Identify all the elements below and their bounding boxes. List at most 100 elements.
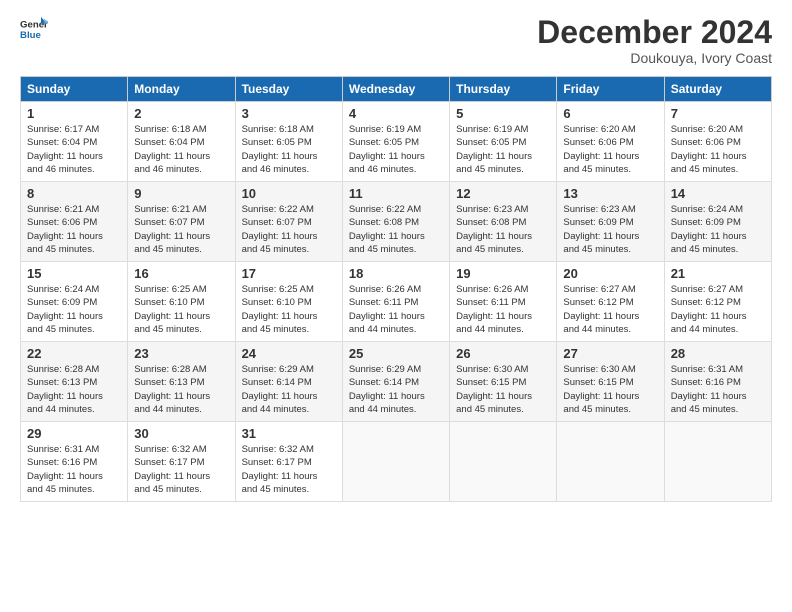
sunrise-label: Sunrise: 6:25 AM xyxy=(242,284,314,295)
day-number: 5 xyxy=(456,106,550,121)
daylight-label: Daylight: 11 hours and 45 minutes. xyxy=(671,391,747,415)
sunset-label: Sunset: 6:08 PM xyxy=(349,217,419,228)
day-number: 13 xyxy=(563,186,657,201)
sunrise-label: Sunrise: 6:31 AM xyxy=(27,444,99,455)
day-info: Sunrise: 6:30 AM Sunset: 6:15 PM Dayligh… xyxy=(563,363,657,416)
day-info: Sunrise: 6:30 AM Sunset: 6:15 PM Dayligh… xyxy=(456,363,550,416)
sunrise-label: Sunrise: 6:27 AM xyxy=(563,284,635,295)
day-number: 31 xyxy=(242,426,336,441)
sunrise-label: Sunrise: 6:32 AM xyxy=(242,444,314,455)
calendar-cell: 20 Sunrise: 6:27 AM Sunset: 6:12 PM Dayl… xyxy=(557,262,664,342)
daylight-label: Daylight: 11 hours and 45 minutes. xyxy=(242,231,318,255)
week-row-5: 29 Sunrise: 6:31 AM Sunset: 6:16 PM Dayl… xyxy=(21,422,772,502)
sunrise-label: Sunrise: 6:23 AM xyxy=(563,204,635,215)
daylight-label: Daylight: 11 hours and 46 minutes. xyxy=(349,151,425,175)
day-info: Sunrise: 6:29 AM Sunset: 6:14 PM Dayligh… xyxy=(349,363,443,416)
sunset-label: Sunset: 6:05 PM xyxy=(242,137,312,148)
day-number: 17 xyxy=(242,266,336,281)
calendar-cell: 5 Sunrise: 6:19 AM Sunset: 6:05 PM Dayli… xyxy=(450,102,557,182)
calendar-cell: 6 Sunrise: 6:20 AM Sunset: 6:06 PM Dayli… xyxy=(557,102,664,182)
daylight-label: Daylight: 11 hours and 45 minutes. xyxy=(27,231,103,255)
calendar-cell: 25 Sunrise: 6:29 AM Sunset: 6:14 PM Dayl… xyxy=(342,342,449,422)
sunrise-label: Sunrise: 6:32 AM xyxy=(134,444,206,455)
sunset-label: Sunset: 6:16 PM xyxy=(671,377,741,388)
daylight-label: Daylight: 11 hours and 45 minutes. xyxy=(134,471,210,495)
calendar-cell: 12 Sunrise: 6:23 AM Sunset: 6:08 PM Dayl… xyxy=(450,182,557,262)
sunset-label: Sunset: 6:10 PM xyxy=(134,297,204,308)
day-info: Sunrise: 6:23 AM Sunset: 6:09 PM Dayligh… xyxy=(563,203,657,256)
daylight-label: Daylight: 11 hours and 45 minutes. xyxy=(134,311,210,335)
daylight-label: Daylight: 11 hours and 44 minutes. xyxy=(242,391,318,415)
day-info: Sunrise: 6:27 AM Sunset: 6:12 PM Dayligh… xyxy=(563,283,657,336)
calendar-cell: 24 Sunrise: 6:29 AM Sunset: 6:14 PM Dayl… xyxy=(235,342,342,422)
day-number: 24 xyxy=(242,346,336,361)
sunrise-label: Sunrise: 6:26 AM xyxy=(456,284,528,295)
sunset-label: Sunset: 6:13 PM xyxy=(134,377,204,388)
calendar-cell: 11 Sunrise: 6:22 AM Sunset: 6:08 PM Dayl… xyxy=(342,182,449,262)
sunset-label: Sunset: 6:05 PM xyxy=(349,137,419,148)
title-section: December 2024 Doukouya, Ivory Coast xyxy=(537,15,772,66)
day-info: Sunrise: 6:31 AM Sunset: 6:16 PM Dayligh… xyxy=(27,443,121,496)
sunset-label: Sunset: 6:12 PM xyxy=(563,297,633,308)
sunset-label: Sunset: 6:15 PM xyxy=(456,377,526,388)
calendar-cell: 7 Sunrise: 6:20 AM Sunset: 6:06 PM Dayli… xyxy=(664,102,771,182)
calendar-cell: 21 Sunrise: 6:27 AM Sunset: 6:12 PM Dayl… xyxy=(664,262,771,342)
day-info: Sunrise: 6:24 AM Sunset: 6:09 PM Dayligh… xyxy=(671,203,765,256)
sunset-label: Sunset: 6:10 PM xyxy=(242,297,312,308)
day-number: 12 xyxy=(456,186,550,201)
day-info: Sunrise: 6:28 AM Sunset: 6:13 PM Dayligh… xyxy=(134,363,228,416)
sunset-label: Sunset: 6:07 PM xyxy=(134,217,204,228)
daylight-label: Daylight: 11 hours and 45 minutes. xyxy=(27,311,103,335)
day-number: 14 xyxy=(671,186,765,201)
daylight-label: Daylight: 11 hours and 44 minutes. xyxy=(134,391,210,415)
calendar-cell: 4 Sunrise: 6:19 AM Sunset: 6:05 PM Dayli… xyxy=(342,102,449,182)
sunrise-label: Sunrise: 6:31 AM xyxy=(671,364,743,375)
daylight-label: Daylight: 11 hours and 45 minutes. xyxy=(671,231,747,255)
week-row-4: 22 Sunrise: 6:28 AM Sunset: 6:13 PM Dayl… xyxy=(21,342,772,422)
sunset-label: Sunset: 6:16 PM xyxy=(27,457,97,468)
calendar-cell: 8 Sunrise: 6:21 AM Sunset: 6:06 PM Dayli… xyxy=(21,182,128,262)
calendar-cell: 18 Sunrise: 6:26 AM Sunset: 6:11 PM Dayl… xyxy=(342,262,449,342)
calendar-cell: 14 Sunrise: 6:24 AM Sunset: 6:09 PM Dayl… xyxy=(664,182,771,262)
day-info: Sunrise: 6:20 AM Sunset: 6:06 PM Dayligh… xyxy=(563,123,657,176)
calendar-cell: 2 Sunrise: 6:18 AM Sunset: 6:04 PM Dayli… xyxy=(128,102,235,182)
daylight-label: Daylight: 11 hours and 44 minutes. xyxy=(671,311,747,335)
day-number: 4 xyxy=(349,106,443,121)
header-row: Sunday Monday Tuesday Wednesday Thursday… xyxy=(21,77,772,102)
week-row-1: 1 Sunrise: 6:17 AM Sunset: 6:04 PM Dayli… xyxy=(21,102,772,182)
daylight-label: Daylight: 11 hours and 44 minutes. xyxy=(563,311,639,335)
sunrise-label: Sunrise: 6:17 AM xyxy=(27,124,99,135)
sunset-label: Sunset: 6:04 PM xyxy=(27,137,97,148)
logo: General Blue xyxy=(20,15,48,43)
sunrise-label: Sunrise: 6:21 AM xyxy=(27,204,99,215)
week-row-2: 8 Sunrise: 6:21 AM Sunset: 6:06 PM Dayli… xyxy=(21,182,772,262)
sunrise-label: Sunrise: 6:24 AM xyxy=(27,284,99,295)
sunset-label: Sunset: 6:09 PM xyxy=(563,217,633,228)
calendar-cell: 27 Sunrise: 6:30 AM Sunset: 6:15 PM Dayl… xyxy=(557,342,664,422)
day-number: 9 xyxy=(134,186,228,201)
sunset-label: Sunset: 6:14 PM xyxy=(349,377,419,388)
day-number: 21 xyxy=(671,266,765,281)
day-number: 7 xyxy=(671,106,765,121)
day-info: Sunrise: 6:23 AM Sunset: 6:08 PM Dayligh… xyxy=(456,203,550,256)
sunrise-label: Sunrise: 6:20 AM xyxy=(563,124,635,135)
sunrise-label: Sunrise: 6:28 AM xyxy=(27,364,99,375)
col-saturday: Saturday xyxy=(664,77,771,102)
sunrise-label: Sunrise: 6:18 AM xyxy=(134,124,206,135)
sunset-label: Sunset: 6:04 PM xyxy=(134,137,204,148)
daylight-label: Daylight: 11 hours and 45 minutes. xyxy=(563,391,639,415)
sunset-label: Sunset: 6:14 PM xyxy=(242,377,312,388)
day-info: Sunrise: 6:18 AM Sunset: 6:04 PM Dayligh… xyxy=(134,123,228,176)
calendar-cell: 10 Sunrise: 6:22 AM Sunset: 6:07 PM Dayl… xyxy=(235,182,342,262)
sunrise-label: Sunrise: 6:22 AM xyxy=(242,204,314,215)
daylight-label: Daylight: 11 hours and 44 minutes. xyxy=(349,391,425,415)
sunset-label: Sunset: 6:06 PM xyxy=(27,217,97,228)
sunrise-label: Sunrise: 6:21 AM xyxy=(134,204,206,215)
daylight-label: Daylight: 11 hours and 44 minutes. xyxy=(456,311,532,335)
calendar-cell: 16 Sunrise: 6:25 AM Sunset: 6:10 PM Dayl… xyxy=(128,262,235,342)
sunset-label: Sunset: 6:06 PM xyxy=(671,137,741,148)
day-info: Sunrise: 6:21 AM Sunset: 6:06 PM Dayligh… xyxy=(27,203,121,256)
calendar-cell xyxy=(557,422,664,502)
day-number: 28 xyxy=(671,346,765,361)
day-info: Sunrise: 6:29 AM Sunset: 6:14 PM Dayligh… xyxy=(242,363,336,416)
